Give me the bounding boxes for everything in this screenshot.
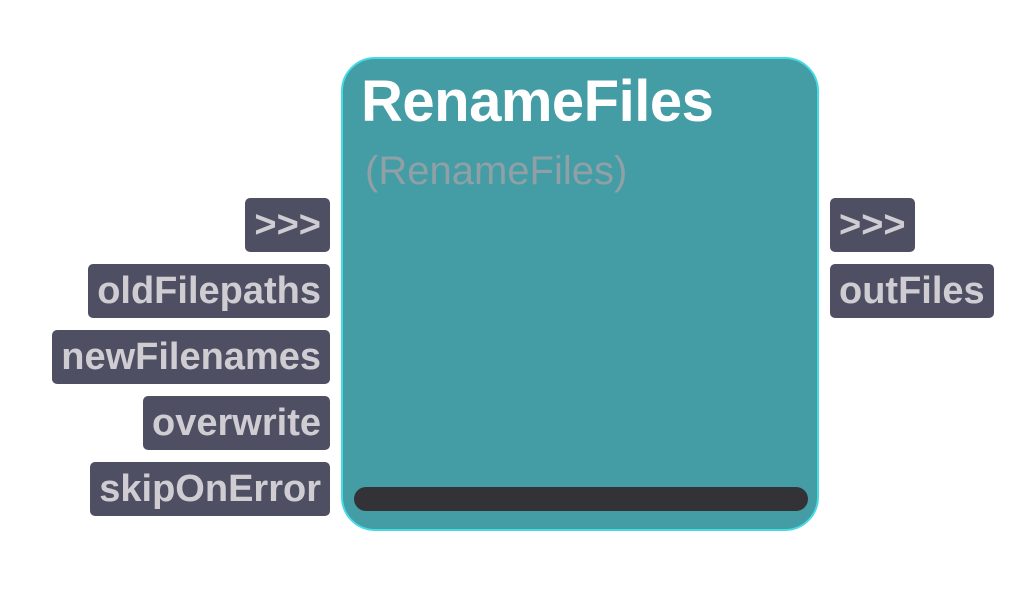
output-port-out-files[interactable]: outFiles xyxy=(830,264,994,318)
input-port-old-filepaths[interactable]: oldFilepaths xyxy=(88,264,330,318)
node-type-label: (RenameFiles) xyxy=(365,149,628,193)
output-port-exec[interactable]: >>> xyxy=(830,198,915,252)
input-port-overwrite[interactable]: overwrite xyxy=(143,396,330,450)
node-title: RenameFiles xyxy=(361,69,714,134)
input-port-exec[interactable]: >>> xyxy=(245,198,330,252)
input-port-new-filenames[interactable]: newFilenames xyxy=(52,330,330,384)
node-canvas: RenameFiles (RenameFiles) >>> oldFilepat… xyxy=(0,0,1030,594)
input-port-skip-on-error[interactable]: skipOnError xyxy=(90,462,330,516)
rename-files-node[interactable]: RenameFiles (RenameFiles) xyxy=(341,57,819,531)
node-progress-bar xyxy=(354,487,808,511)
